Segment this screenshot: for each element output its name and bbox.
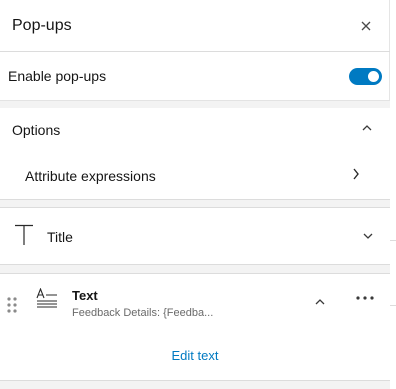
text-element-description: Feedback Details: {Feedba... [72, 307, 214, 319]
attribute-expressions-label: Attribute expressions [25, 168, 156, 184]
options-collapse-button[interactable] [362, 124, 372, 132]
popups-panel: Pop-ups Enable pop-ups Options Attribute… [0, 0, 390, 389]
chevron-up-icon [362, 125, 372, 131]
options-title: Options [12, 122, 61, 138]
enable-popups-toggle[interactable] [349, 68, 382, 85]
text-element: Text Feedback Details: {Feedba... Edit t… [0, 273, 390, 381]
text-collapse-button[interactable] [315, 298, 325, 306]
close-icon [361, 21, 371, 31]
title-element-label: Title [47, 229, 73, 245]
options-section: Options Attribute expressions [0, 108, 390, 200]
more-options-button[interactable] [356, 296, 374, 300]
chevron-up-icon [315, 299, 325, 305]
enable-popups-row: Enable pop-ups [0, 52, 390, 101]
text-paragraph-icon [36, 288, 57, 308]
divider [390, 305, 396, 306]
more-horizontal-icon [356, 296, 374, 300]
toggle-knob [368, 71, 379, 82]
panel-header: Pop-ups [0, 0, 390, 52]
section-spacer [0, 200, 390, 207]
enable-popups-label: Enable pop-ups [8, 68, 107, 84]
chevron-right-icon [353, 168, 359, 180]
edit-text-button[interactable]: Edit text [0, 348, 390, 363]
close-button[interactable] [356, 16, 376, 36]
map-edge [390, 0, 396, 389]
drag-handle-icon [7, 297, 17, 313]
title-element[interactable]: Title [0, 207, 390, 265]
divider [390, 240, 396, 241]
drag-handle[interactable] [7, 297, 17, 313]
attribute-expressions-item[interactable]: Attribute expressions [0, 158, 390, 194]
chevron-down-icon [363, 233, 373, 239]
panel-title: Pop-ups [12, 17, 72, 34]
section-spacer [0, 101, 390, 108]
text-element-label: Text [72, 288, 98, 303]
section-spacer [0, 381, 390, 389]
section-spacer [0, 265, 390, 273]
title-text-icon [15, 224, 33, 245]
